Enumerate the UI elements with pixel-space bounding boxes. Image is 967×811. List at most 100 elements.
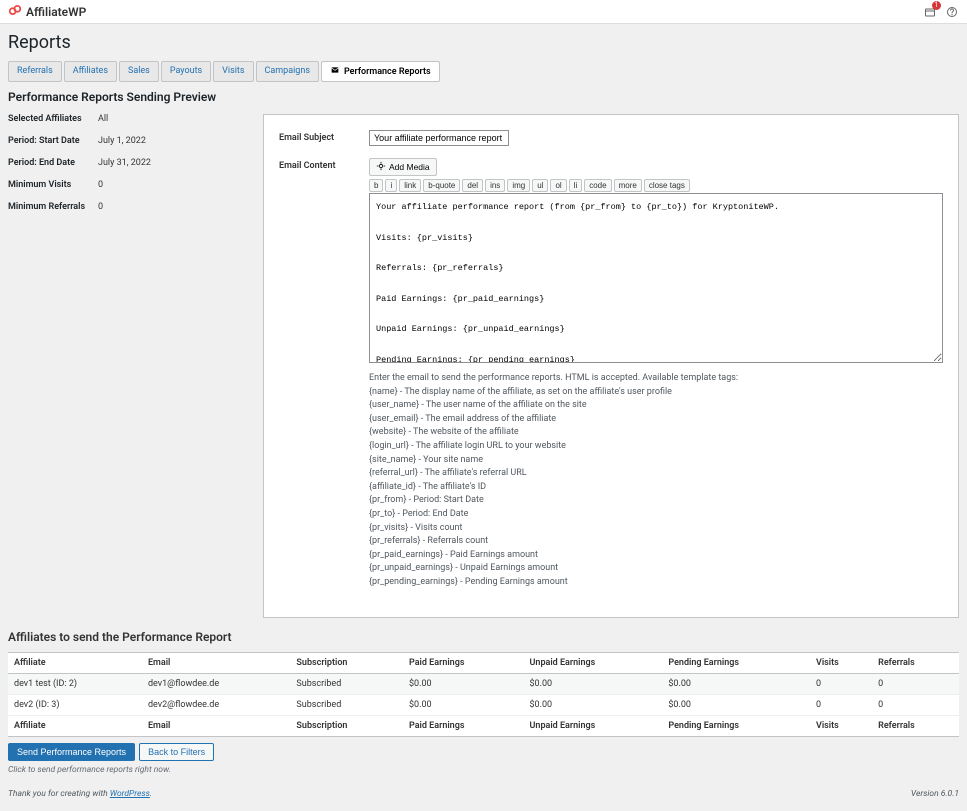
editor-btn-b-quote[interactable]: b-quote	[423, 179, 460, 192]
info-value: 0	[98, 202, 103, 212]
editor-btn-li[interactable]: li	[569, 179, 583, 192]
tab-sales[interactable]: Sales	[119, 61, 159, 82]
table-cell: Subscribed	[290, 694, 403, 715]
editor-btn-close-tags[interactable]: close tags	[644, 179, 690, 192]
col-header: Affiliate	[8, 652, 142, 673]
content-label: Email Content	[279, 158, 369, 590]
col-footer: Unpaid Earnings	[524, 715, 663, 736]
page-footer: Thank you for creating with WordPress. V…	[8, 775, 959, 803]
template-tag: {user_email} - The email address of the …	[369, 413, 943, 426]
template-tag: {user_name} - The user name of the affil…	[369, 399, 943, 412]
info-value: All	[98, 114, 108, 124]
template-tag: {referral_url} - The affiliate's referra…	[369, 467, 943, 480]
info-row: Minimum Referrals0	[8, 202, 253, 212]
template-tag: {affiliate_id} - The affiliate's ID	[369, 481, 943, 494]
col-header: Paid Earnings	[403, 652, 524, 673]
info-value: July 31, 2022	[98, 158, 151, 168]
editor-btn-more[interactable]: more	[614, 179, 642, 192]
col-header: Pending Earnings	[662, 652, 810, 673]
add-media-button[interactable]: Add Media	[369, 158, 437, 176]
template-tag: {pr_pending_earnings} - Pending Earnings…	[369, 576, 943, 589]
info-row: Selected AffiliatesAll	[8, 114, 253, 124]
table-cell: $0.00	[524, 673, 663, 694]
col-footer: Pending Earnings	[662, 715, 810, 736]
editor-btn-del[interactable]: del	[462, 179, 483, 192]
template-tag: {pr_visits} - Visits count	[369, 522, 943, 535]
version-text: Version 6.0.1	[911, 789, 959, 799]
template-tag: {pr_paid_earnings} - Paid Earnings amoun…	[369, 549, 943, 562]
tab-visits[interactable]: Visits	[213, 61, 253, 82]
editor-btn-code[interactable]: code	[584, 179, 611, 192]
send-reports-button[interactable]: Send Performance Reports	[8, 743, 135, 761]
template-tag: {pr_to} - Period: End Date	[369, 508, 943, 521]
editor-btn-b[interactable]: b	[369, 179, 383, 192]
col-footer: Affiliate	[8, 715, 142, 736]
table-cell: $0.00	[524, 694, 663, 715]
table-title: Affiliates to send the Performance Repor…	[8, 630, 959, 644]
editor-btn-i[interactable]: i	[385, 179, 397, 192]
notif-badge: 1	[932, 1, 941, 10]
table-cell: dev2@flowdee.de	[142, 694, 290, 715]
page-title: Reports	[8, 32, 959, 53]
template-tag: {site_name} - Your site name	[369, 454, 943, 467]
info-label: Selected Affiliates	[8, 114, 98, 124]
info-row: Period: End DateJuly 31, 2022	[8, 158, 253, 168]
info-row: Minimum Visits0	[8, 180, 253, 190]
help-text: Enter the email to send the performance …	[369, 372, 943, 589]
editor-toolbar: bilinkb-quotedelinsimgulollicodemoreclos…	[369, 179, 943, 192]
table-cell: dev1@flowdee.de	[142, 673, 290, 694]
info-label: Minimum Visits	[8, 180, 98, 190]
col-header: Referrals	[872, 652, 959, 673]
template-tag: {login_url} - The affiliate login URL to…	[369, 440, 943, 453]
template-tag: {pr_unpaid_earnings} - Unpaid Earnings a…	[369, 562, 943, 575]
table-cell: $0.00	[662, 673, 810, 694]
template-tag: {pr_from} - Period: Start Date	[369, 494, 943, 507]
tab-payouts[interactable]: Payouts	[161, 61, 211, 82]
table-cell: 0	[872, 673, 959, 694]
tab-campaigns[interactable]: Campaigns	[256, 61, 319, 82]
email-subject-input[interactable]	[369, 130, 509, 146]
tab-affiliates[interactable]: Affiliates	[64, 61, 117, 82]
help-intro: Enter the email to send the performance …	[369, 372, 943, 385]
info-label: Minimum Referrals	[8, 202, 98, 212]
table-cell: dev2 (ID: 3)	[8, 694, 142, 715]
send-hint: Click to send performance reports right …	[8, 765, 959, 775]
col-header: Unpaid Earnings	[524, 652, 663, 673]
table-row: dev1 test (ID: 2)dev1@flowdee.deSubscrib…	[8, 673, 959, 694]
table-row: dev2 (ID: 3)dev2@flowdee.deSubscribed $0.…	[8, 694, 959, 715]
table-cell: $0.00	[403, 673, 524, 694]
report-tabs: ReferralsAffiliatesSalesPayoutsVisitsCam…	[8, 61, 959, 82]
col-footer: Subscription	[290, 715, 403, 736]
editor-btn-img[interactable]: img	[507, 179, 530, 192]
media-icon	[376, 161, 386, 173]
col-footer: Referrals	[872, 715, 959, 736]
info-label: Period: Start Date	[8, 136, 98, 146]
table-cell: 0	[810, 694, 872, 715]
tab-referrals[interactable]: Referrals	[8, 61, 62, 82]
topbar-actions: 1	[923, 5, 959, 19]
template-tag: {name} - The display name of the affilia…	[369, 386, 943, 399]
template-tag: {website} - The website of the affiliate	[369, 426, 943, 439]
editor-btn-ol[interactable]: ol	[550, 179, 566, 192]
affiliates-table: AffiliateEmailSubscriptionPaid EarningsU…	[8, 652, 959, 737]
editor-btn-link[interactable]: link	[399, 179, 421, 192]
inbox-icon[interactable]: 1	[923, 5, 937, 19]
col-header: Visits	[810, 652, 872, 673]
info-label: Period: End Date	[8, 158, 98, 168]
subject-label: Email Subject	[279, 130, 369, 146]
editor-btn-ins[interactable]: ins	[485, 179, 505, 192]
col-header: Email	[142, 652, 290, 673]
tab-performance-reports[interactable]: Performance Reports	[321, 61, 440, 82]
col-header: Subscription	[290, 652, 403, 673]
help-icon[interactable]	[945, 5, 959, 19]
wordpress-link[interactable]: WordPress	[110, 789, 150, 799]
editor-btn-ul[interactable]: ul	[532, 179, 548, 192]
col-footer: Paid Earnings	[403, 715, 524, 736]
table-cell: 0	[810, 673, 872, 694]
email-content-textarea[interactable]	[369, 193, 943, 363]
mail-icon	[330, 66, 340, 77]
back-to-filters-button[interactable]: Back to Filters	[139, 743, 214, 761]
top-bar: AffiliateWP 1	[0, 0, 967, 24]
template-tag: {pr_referrals} - Referrals count	[369, 535, 943, 548]
col-footer: Visits	[810, 715, 872, 736]
